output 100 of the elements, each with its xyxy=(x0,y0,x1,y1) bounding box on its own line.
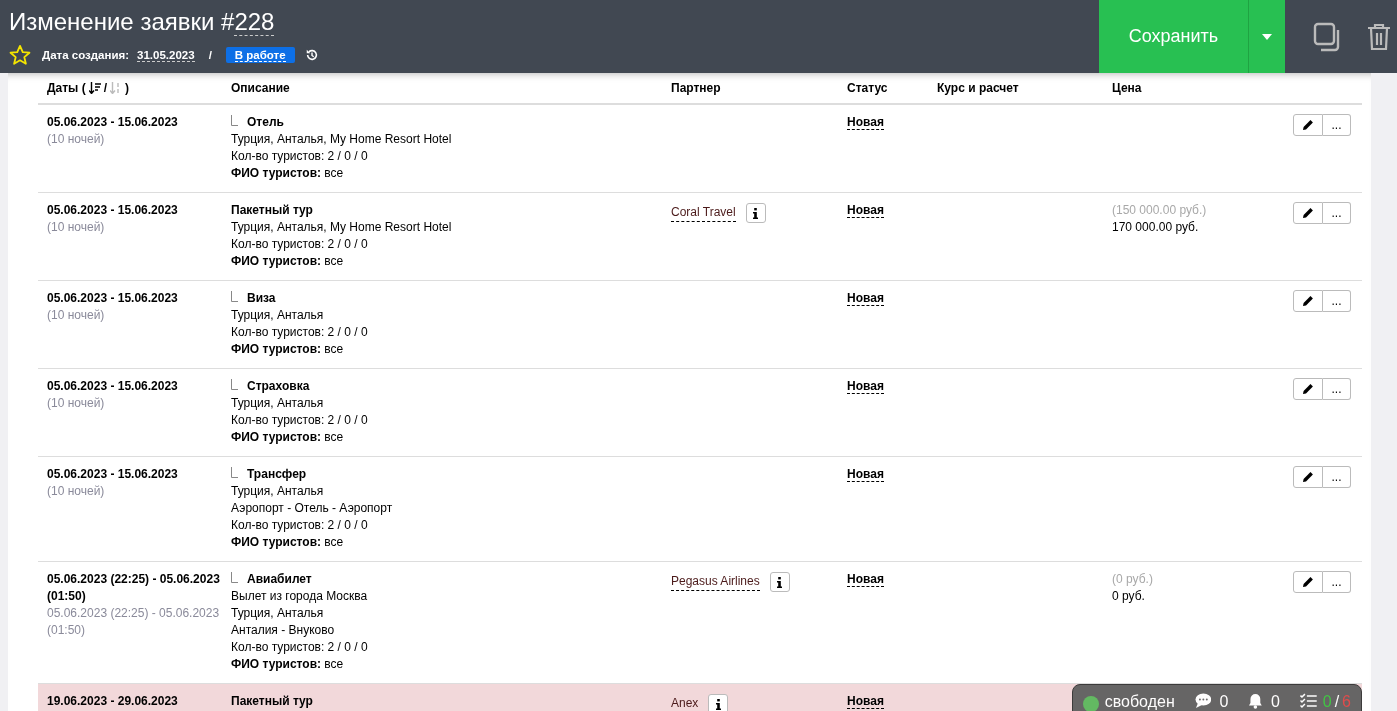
service-detail: ФИО туристов: все xyxy=(231,253,345,270)
separator: / xyxy=(208,49,212,61)
order-number[interactable]: 228 xyxy=(234,8,275,36)
more-button[interactable]: ... xyxy=(1323,114,1351,136)
pencil-icon xyxy=(1302,471,1314,483)
created-date[interactable]: 31.05.2023 xyxy=(137,48,195,62)
trash-icon[interactable] xyxy=(1367,22,1391,51)
service-detail: Аэропорт - Отель - Аэропорт xyxy=(231,500,394,517)
service-detail: Кол-во туристов: 2 / 0 / 0 xyxy=(231,412,369,429)
service-detail: Анталия - Внуково xyxy=(231,622,336,639)
service-detail: ФИО туристов: все xyxy=(231,656,345,673)
pencil-icon xyxy=(1302,383,1314,395)
edit-button[interactable] xyxy=(1293,466,1323,488)
more-button[interactable]: ... xyxy=(1323,466,1351,488)
pencil-icon xyxy=(1302,207,1314,219)
column-header: Курс и расчет xyxy=(937,81,1019,95)
date-range: 05.06.2023 - 15.06.2023 xyxy=(47,290,179,307)
status-link[interactable]: Новая xyxy=(847,572,884,587)
pencil-icon xyxy=(1302,119,1314,131)
date-note: (10 ночей) xyxy=(47,131,106,148)
column-header: Цена xyxy=(1112,81,1142,95)
edit-button[interactable] xyxy=(1293,290,1323,312)
pencil-icon xyxy=(1302,576,1314,588)
status-link[interactable]: Новая xyxy=(847,694,884,709)
checklist-icon[interactable] xyxy=(1300,693,1317,709)
service-detail: Кол-во туристов: 2 / 0 / 0 xyxy=(231,639,369,656)
history-icon[interactable] xyxy=(304,48,319,62)
service-title: Отель xyxy=(247,114,284,131)
more-button[interactable]: ... xyxy=(1323,378,1351,400)
sort-separator: / xyxy=(103,81,108,95)
service-detail: Вылет из города Москва xyxy=(231,588,369,605)
old-price: (150 000.00 руб.) xyxy=(1112,202,1208,219)
service-detail: Кол-во туристов: 2 / 0 / 0 xyxy=(231,517,369,534)
service-title: Пакетный тур xyxy=(231,202,313,219)
service-detail: Турция, Анталья, My Home Resort Hotel xyxy=(231,131,453,148)
sort-descending-icon[interactable] xyxy=(88,82,101,94)
service-title: Пакетный тур xyxy=(231,693,313,710)
date-note: (10 ночей) xyxy=(47,219,106,236)
tasks-total: 6 xyxy=(1342,693,1351,711)
status-link[interactable]: Новая xyxy=(847,115,884,130)
info-button[interactable] xyxy=(745,203,766,223)
more-button[interactable]: ... xyxy=(1323,202,1351,224)
service-detail: Турция, Анталья xyxy=(231,483,325,500)
status-link[interactable]: Новая xyxy=(847,203,884,218)
caret-icon xyxy=(1262,33,1272,40)
service-title: Страховка xyxy=(247,378,310,395)
date-note: (10 ночей) xyxy=(47,395,106,412)
more-button[interactable]: ... xyxy=(1323,571,1351,593)
date-range: 05.06.2023 - 15.06.2023 xyxy=(47,466,179,483)
bell-icon[interactable] xyxy=(1248,693,1264,709)
date-range: 05.06.2023 (22:25) - 05.06.2023 (01:50) xyxy=(47,571,221,605)
service-title: Авиабилет xyxy=(247,571,312,588)
column-header: Партнер xyxy=(671,81,721,95)
date-note: 05.06.2023 (22:25) - 05.06.2023 (01:50) xyxy=(47,605,221,639)
info-icon xyxy=(753,207,759,219)
partner-link[interactable]: Anex xyxy=(671,695,699,711)
service-detail: Кол-во туристов: 2 / 0 / 0 xyxy=(231,148,369,165)
partner-link[interactable]: Coral Travel xyxy=(671,204,736,222)
service-detail: ФИО туристов: все xyxy=(231,429,345,446)
status-link[interactable]: Новая xyxy=(847,379,884,394)
info-button[interactable] xyxy=(708,694,729,711)
chat-icon[interactable] xyxy=(1194,693,1212,708)
partner-link[interactable]: Pegasus Airlines xyxy=(671,573,760,591)
edit-button[interactable] xyxy=(1293,378,1323,400)
star-icon[interactable] xyxy=(9,44,31,66)
tasks-done: 0 xyxy=(1322,693,1332,711)
pencil-icon xyxy=(1302,295,1314,307)
service-detail: Кол-во туристов: 2 / 0 / 0 xyxy=(231,324,369,341)
service-detail: Турция, Анталья xyxy=(231,307,325,324)
status-badge[interactable]: В работе xyxy=(225,47,295,63)
copy-icon[interactable] xyxy=(1313,21,1341,52)
info-icon xyxy=(777,576,783,588)
user-status[interactable]: свободен xyxy=(1104,693,1175,711)
edit-button[interactable] xyxy=(1293,571,1323,593)
edit-button[interactable] xyxy=(1293,114,1323,136)
old-price: (0 руб.) xyxy=(1112,571,1154,588)
edit-button[interactable] xyxy=(1293,202,1323,224)
service-detail: Турция, Анталья xyxy=(231,605,325,622)
column-header-close: ) xyxy=(125,81,130,95)
status-link[interactable]: Новая xyxy=(847,467,884,482)
tasks-separator: / xyxy=(1334,693,1340,711)
service-detail: Турция, Анталья xyxy=(231,395,325,412)
message-count: 0 xyxy=(1219,693,1229,711)
date-range: 05.06.2023 - 15.06.2023 xyxy=(47,114,179,131)
column-header: Описание xyxy=(231,81,290,95)
date-range: 05.06.2023 - 15.06.2023 xyxy=(47,202,179,219)
service-title: Виза xyxy=(247,290,276,307)
status-link[interactable]: Новая xyxy=(847,291,884,306)
date-note: (10 ночей) xyxy=(47,307,106,324)
notification-count: 0 xyxy=(1271,693,1280,711)
date-note: (10 ночей) xyxy=(47,483,106,500)
created-label: Дата создания: xyxy=(42,49,130,61)
info-icon xyxy=(715,698,721,710)
more-button[interactable]: ... xyxy=(1323,290,1351,312)
price: 0 руб. xyxy=(1112,588,1146,605)
task-counter[interactable]: 0 / 6 xyxy=(1322,693,1351,711)
page-title: Изменение заявки # xyxy=(9,8,235,35)
info-button[interactable] xyxy=(769,572,790,592)
column-header: Статус xyxy=(847,81,888,95)
service-detail: ФИО туристов: все xyxy=(231,165,345,182)
